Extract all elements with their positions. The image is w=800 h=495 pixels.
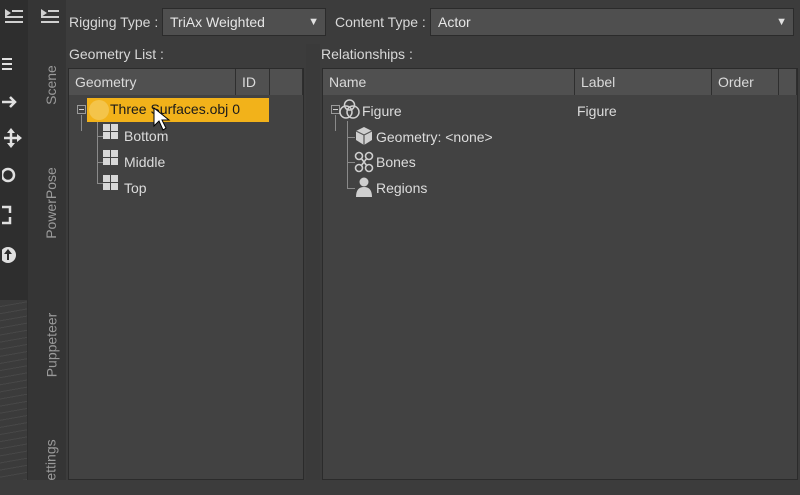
column-header-geometry[interactable]: Geometry: [69, 69, 236, 95]
panel-menu-icon[interactable]: [2, 6, 26, 28]
tree-item-middle[interactable]: Middle: [124, 154, 165, 170]
collapse-icon[interactable]: [77, 105, 86, 114]
tree-item-geometry[interactable]: Geometry: <none>: [376, 129, 493, 145]
geometry-cube-icon: [354, 125, 374, 147]
splitter[interactable]: [306, 44, 320, 480]
column-header-extra: [779, 69, 797, 95]
tab-puppeteer[interactable]: Puppeteer: [38, 285, 64, 405]
column-header-id[interactable]: ID: [236, 69, 270, 95]
main-panel: Rigging Type : TriAx Weighted ▼ Content …: [66, 0, 800, 480]
figure-icon: [338, 99, 360, 121]
translate-tool-icon[interactable]: [2, 92, 22, 112]
chevron-down-icon: ▼: [776, 16, 787, 28]
scale-tool-icon[interactable]: [2, 205, 22, 225]
geometry-list-panel: Geometry ID Three Surfaces.obj 0 Bottom …: [68, 68, 304, 480]
side-tab-column: Scene PowerPose Puppeteer ettings: [28, 0, 66, 481]
tab-powerpose[interactable]: PowerPose: [38, 135, 64, 270]
relationships-panel: Name Label Order Figure Figure Geometry:…: [322, 68, 798, 480]
bones-icon: [354, 151, 374, 173]
universal-tool-icon[interactable]: [0, 245, 22, 265]
tree-line: [81, 115, 82, 131]
rigging-type-dropdown[interactable]: TriAx Weighted ▼: [162, 8, 326, 36]
column-header-order[interactable]: Order: [712, 69, 779, 95]
content-type-label: Content Type :: [335, 14, 426, 30]
move-tool-icon[interactable]: [2, 128, 22, 148]
tree-row-label: Three Surfaces.obj 0: [110, 101, 240, 117]
rotate-tool-icon[interactable]: [0, 165, 22, 185]
surface-icon: [103, 175, 119, 191]
content-type-dropdown[interactable]: Actor ▼: [430, 8, 794, 36]
tree-item-top[interactable]: Top: [124, 180, 147, 196]
rigging-type-label: Rigging Type :: [69, 14, 159, 30]
viewport-grid: [0, 300, 27, 480]
geometry-object-icon: [89, 100, 109, 120]
geometry-list-title: Geometry List :: [69, 46, 164, 62]
left-tool-strip: [0, 0, 29, 480]
tree-item-figure[interactable]: Figure: [362, 103, 402, 119]
column-header-label[interactable]: Label: [575, 69, 712, 95]
surface-icon: [103, 124, 119, 140]
column-header-name[interactable]: Name: [323, 69, 575, 95]
figure-label-value: Figure: [577, 103, 617, 119]
tab-scene[interactable]: Scene: [38, 40, 64, 130]
tree-item-bones[interactable]: Bones: [376, 154, 416, 170]
relationships-title: Relationships :: [321, 46, 413, 62]
tree-row-selected[interactable]: Three Surfaces.obj 0: [87, 98, 269, 122]
tree-line: [347, 121, 348, 189]
tree-item-regions[interactable]: Regions: [376, 180, 427, 196]
column-header-extra: [270, 69, 303, 95]
chevron-down-icon: ▼: [308, 16, 319, 28]
tree-line: [335, 115, 336, 131]
surface-icon: [103, 150, 119, 166]
tree-item-bottom[interactable]: Bottom: [124, 128, 168, 144]
tab-menu-icon[interactable]: [38, 6, 62, 28]
tab-settings[interactable]: ettings: [38, 425, 64, 495]
tree-line: [97, 117, 98, 183]
list-icon[interactable]: [2, 54, 22, 74]
regions-person-icon: [354, 176, 374, 198]
